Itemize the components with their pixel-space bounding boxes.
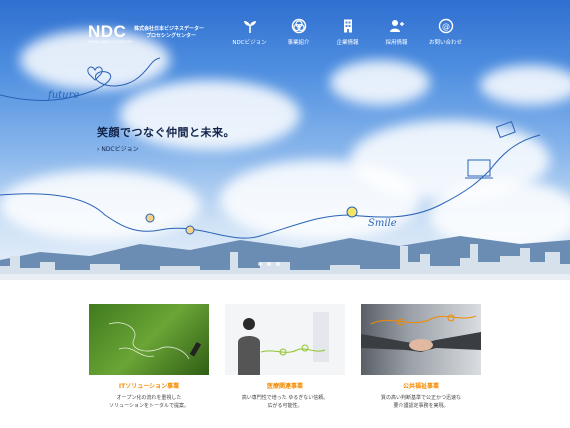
nav-item-company[interactable]: 企業情報 bbox=[323, 18, 372, 46]
card-description: 質の高い判断基準で公正かつ迅速な 要介護認定事務を実現。 bbox=[361, 394, 481, 410]
logo-mark: NDC bbox=[88, 22, 127, 41]
vision-link-label: NDCビジョン bbox=[101, 146, 139, 153]
art-word-smile: Smile bbox=[368, 218, 397, 229]
logo[interactable]: NDC NIHON DATA CONVERTER bbox=[88, 22, 133, 44]
chevron-right-icon: › bbox=[97, 146, 100, 153]
company-name-line1: 株式会社日本ビジネスデーター bbox=[134, 26, 205, 32]
card-text-line: 広がる可能性。 bbox=[267, 403, 303, 409]
nav-item-contact[interactable]: @ お問い合わせ bbox=[421, 18, 470, 46]
nav-label: お問い合わせ bbox=[428, 40, 462, 46]
nav-item-business[interactable]: 事業紹介 bbox=[274, 18, 323, 46]
company-name-line2: プロセシングセンター bbox=[146, 33, 197, 39]
card-text-line: オープン化の流れを重視した bbox=[116, 395, 182, 401]
card-description: オープン化の流れを重視した ソリューションをトータルで提案。 bbox=[89, 394, 209, 410]
sprout-icon bbox=[243, 21, 256, 33]
business-cards: ITソリューション事業 オープン化の流れを重視した ソリューションをトータルで提… bbox=[89, 304, 481, 410]
pager-dot[interactable] bbox=[276, 262, 280, 266]
heart-icon bbox=[87, 66, 103, 81]
card-title: ITソリューション事業 bbox=[118, 383, 180, 390]
card-image-woman bbox=[225, 304, 345, 375]
hero-banner: future Smile NDC NIHON DATA CONVERTER 株式… bbox=[0, 0, 570, 280]
person-add-icon bbox=[389, 20, 404, 32]
svg-text:@: @ bbox=[442, 22, 450, 31]
nav-label: NDCビジョン bbox=[232, 40, 267, 46]
pager-dot[interactable] bbox=[258, 262, 262, 266]
nav-item-recruit[interactable]: 採用情報 bbox=[372, 18, 421, 46]
circles-icon bbox=[291, 18, 306, 34]
card-text-line: 高い専門性で培った ゆるぎない信頼。 bbox=[241, 395, 329, 401]
nav-label: 企業情報 bbox=[336, 40, 359, 46]
carousel-pager bbox=[258, 262, 280, 266]
hero-tagline: 笑顔でつなぐ仲間と未来。 bbox=[97, 126, 235, 139]
card-image-grass bbox=[89, 304, 209, 375]
card-public-welfare[interactable]: 公共福祉事業 質の高い判断基準で公正かつ迅速な 要介護認定事務を実現。 bbox=[361, 304, 481, 410]
card-it-solution[interactable]: ITソリューション事業 オープン化の流れを重視した ソリューションをトータルで提… bbox=[89, 304, 209, 410]
vision-link[interactable]: › NDCビジョン bbox=[97, 144, 139, 153]
card-image-handshake bbox=[361, 304, 481, 375]
card-title: 医療関連事業 bbox=[266, 383, 303, 390]
building-icon bbox=[343, 19, 352, 33]
main-navigation: NDCビジョン 事業紹介 企業情報 採用情報 @ お問い合わせ bbox=[225, 18, 470, 46]
company-name: 株式会社日本ビジネスデーター プロセシングセンター bbox=[134, 26, 204, 40]
card-medical[interactable]: 医療関連事業 高い専門性で培った ゆるぎない信頼。 広がる可能性。 bbox=[225, 304, 345, 410]
at-sign-icon: @ bbox=[438, 18, 453, 34]
nav-label: 採用情報 bbox=[385, 40, 408, 46]
card-text-line: 質の高い判断基準で公正かつ迅速な bbox=[380, 395, 461, 401]
art-word-future: future bbox=[47, 90, 79, 101]
logo-subtitle: NIHON DATA CONVERTER bbox=[88, 40, 133, 44]
card-description: 高い専門性で培った ゆるぎない信頼。 広がる可能性。 bbox=[225, 394, 345, 410]
nav-item-vision[interactable]: NDCビジョン bbox=[225, 18, 274, 46]
nav-label: 事業紹介 bbox=[287, 40, 310, 46]
card-text-line: 要介護認定事務を実現。 bbox=[393, 403, 449, 409]
card-text-line: ソリューションをトータルで提案。 bbox=[109, 403, 189, 409]
pager-dot[interactable] bbox=[267, 262, 271, 266]
card-title: 公共福祉事業 bbox=[402, 383, 439, 390]
